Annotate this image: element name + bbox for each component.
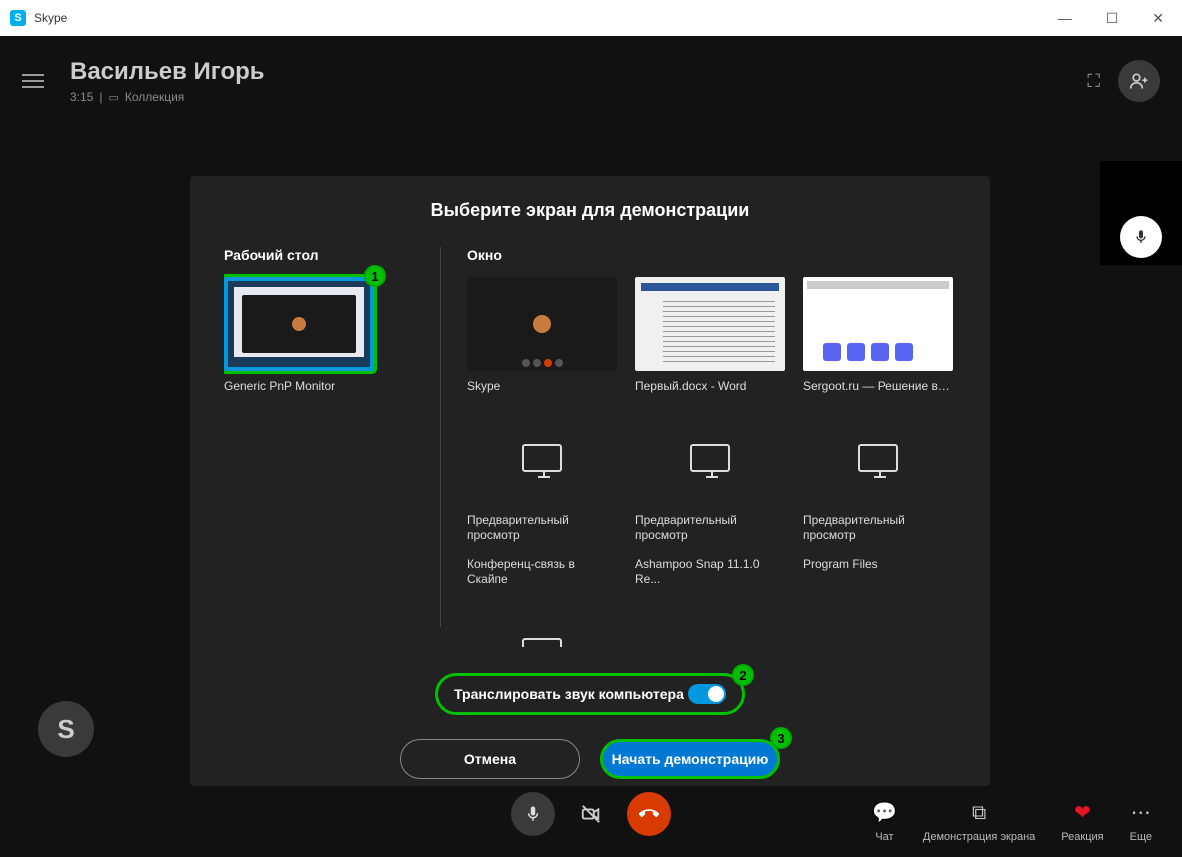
screen-share-dialog: Выберите экран для демонстрации Рабочий … (190, 176, 990, 786)
add-person-button[interactable] (1118, 60, 1160, 102)
app-window: S Skype — ☐ ✕ Васильев Игорь 3:15 | ▭ Ко… (0, 0, 1182, 857)
collection-icon: ▭ (108, 91, 118, 104)
preview-sublabel: Program Files (803, 557, 953, 572)
audio-toggle-label: Транслировать звук компьютера (454, 686, 688, 702)
mic-button[interactable] (511, 792, 555, 836)
video-button[interactable] (569, 792, 613, 836)
window-thumbnail (467, 277, 617, 371)
window-tile-browser[interactable]: Sergoot.ru — Решение ва... (803, 277, 953, 393)
preview-label: Предварительный просмотр (467, 513, 617, 543)
preview-sublabel: Ashampoo Snap 11.1.0 Re... (635, 557, 785, 587)
window-thumbnail (635, 277, 785, 371)
annotation-badge-3: 3 (770, 727, 792, 749)
reaction-button[interactable]: ❤ Реакция (1061, 800, 1103, 843)
tile-label: Первый.docx - Word (635, 379, 785, 393)
call-subtitle: 3:15 | ▭ Коллекция (70, 90, 265, 104)
desktop-tile[interactable]: 1 Generic PnP Monitor (224, 277, 374, 393)
audio-toggle-row: 2 Транслировать звук компьютера (435, 673, 745, 715)
monitor-icon (690, 444, 730, 472)
skype-avatar: S (38, 701, 94, 757)
start-share-button[interactable]: Начать демонстрацию (600, 739, 780, 779)
preview-tile[interactable]: Предварительный (467, 605, 617, 647)
annotation-badge-1: 1 (364, 265, 386, 287)
audio-toggle[interactable] (688, 684, 726, 704)
preview-label: Предварительный просмотр (635, 513, 785, 543)
skype-logo-icon: S (10, 10, 26, 26)
preview-tile[interactable]: Предварительный просмотр Program Files (803, 411, 953, 587)
share-label: Демонстрация экрана (923, 831, 1035, 843)
heart-icon: ❤ (1074, 800, 1091, 825)
chat-button[interactable]: 💬 Чат (872, 800, 897, 843)
monitor-icon (522, 638, 562, 647)
end-call-button[interactable] (627, 792, 671, 836)
window-tile-skype[interactable]: Skype (467, 277, 617, 393)
cancel-button[interactable]: Отмена (400, 739, 580, 779)
desktop-tile-label: Generic PnP Monitor (224, 379, 374, 393)
monitor-icon (858, 444, 898, 472)
preview-sublabel: Конференц-связь в Скайпе (467, 557, 617, 587)
tile-label: Sergoot.ru — Решение ва... (803, 379, 953, 393)
desktop-section-title: Рабочий стол (224, 247, 414, 263)
call-header: Васильев Игорь 3:15 | ▭ Коллекция ⛶ (0, 36, 1182, 126)
column-divider (440, 247, 441, 627)
window-section-title: Окно (467, 247, 956, 263)
more-icon: ⋯ (1131, 800, 1151, 825)
maximize-button[interactable]: ☐ (1098, 6, 1127, 31)
minimize-button[interactable]: — (1050, 6, 1080, 31)
close-button[interactable]: ✕ (1144, 6, 1172, 31)
contact-name: Васильев Игорь (70, 58, 265, 86)
menu-icon[interactable] (22, 66, 52, 96)
self-preview-overlay (1100, 161, 1182, 265)
desktop-thumbnail (224, 277, 374, 371)
annotation-badge-2: 2 (732, 664, 754, 686)
preview-tile[interactable]: Предварительный просмотр Ashampoo Snap 1… (635, 411, 785, 587)
window-thumbnail (803, 277, 953, 371)
crop-icon[interactable]: ⛶ (1087, 71, 1100, 92)
window-title: Skype (34, 11, 67, 25)
call-duration: 3:15 (70, 90, 93, 104)
dialog-title: Выберите экран для демонстрации (224, 200, 956, 221)
chat-label: Чат (875, 831, 893, 843)
window-tile-word[interactable]: Первый.docx - Word (635, 277, 785, 393)
titlebar: S Skype — ☐ ✕ (0, 0, 1182, 36)
reaction-label: Реакция (1061, 831, 1103, 843)
preview-tile[interactable]: Предварительный просмотр Конференц-связь… (467, 411, 617, 587)
screen-share-button[interactable]: ⧉ Демонстрация экрана (923, 802, 1035, 843)
monitor-icon (522, 444, 562, 472)
mic-button-overlay[interactable] (1120, 216, 1162, 258)
more-label: Еще (1130, 831, 1152, 843)
more-button[interactable]: ⋯ Еще (1130, 800, 1152, 843)
app-body: Васильев Игорь 3:15 | ▭ Коллекция ⛶ S (0, 36, 1182, 857)
collection-label: Коллекция (125, 90, 184, 104)
share-icon: ⧉ (972, 802, 986, 825)
preview-label: Предварительный просмотр (803, 513, 953, 543)
chat-icon: 💬 (872, 800, 897, 825)
tile-label: Skype (467, 379, 617, 393)
